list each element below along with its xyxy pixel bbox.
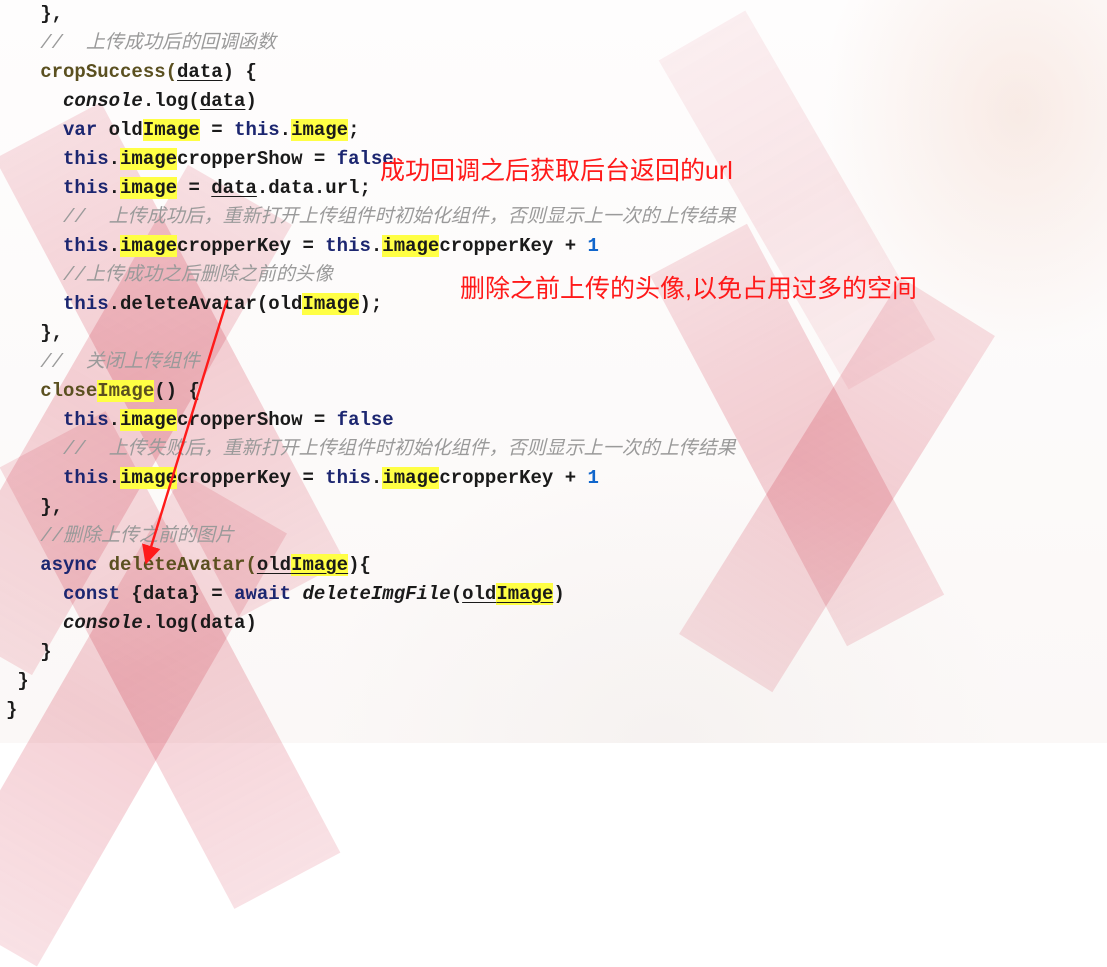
code-line: }, (6, 3, 63, 25)
code-line: console.log(data) (6, 90, 257, 112)
code-line: this.image = data.data.url; (6, 177, 371, 199)
annotation-delete-avatar: 删除之前上传的头像,以免占用过多的空间 (460, 275, 917, 304)
code-comment: // 上传成功后，重新打开上传组件时初始化组件，否则显示上一次的上传结果 (6, 206, 736, 228)
code-line: const {data} = await deleteImgFile(oldIm… (6, 583, 565, 605)
annotation-callback-url: 成功回调之后获取后台返回的url (380, 157, 733, 186)
code-line: this.imagecropperKey = this.imagecropper… (6, 235, 599, 257)
code-line: } (6, 670, 29, 692)
code-line: cropSuccess(data) { (6, 61, 257, 83)
code-comment: // 关闭上传组件 (6, 351, 200, 373)
code-comment: // 上传失败后，重新打开上传组件时初始化组件，否则显示上一次的上传结果 (6, 438, 736, 460)
code-line: async deleteAvatar(oldImage){ (6, 554, 371, 576)
code-line: } (6, 641, 52, 663)
code-comment: //删除上传之前的图片 (6, 525, 234, 547)
code-line: var oldImage = this.image; (6, 119, 360, 141)
code-line: }, (6, 322, 63, 344)
code-block: }, // 上传成功后的回调函数 cropSuccess(data) { con… (0, 0, 1107, 725)
code-line: console.log(data) (6, 612, 257, 634)
code-comment: // 上传成功后的回调函数 (6, 32, 276, 54)
code-line: this.imagecropperShow = false (6, 409, 394, 431)
code-line: this.imagecropperKey = this.imagecropper… (6, 467, 599, 489)
code-line: this.imagecropperShow = false (6, 148, 394, 170)
code-comment: //上传成功之后删除之前的头像 (6, 264, 333, 286)
code-line: closeImage() { (6, 380, 200, 402)
code-line: this.deleteAvatar(oldImage); (6, 293, 382, 315)
code-line: } (6, 699, 17, 721)
code-line: }, (6, 496, 63, 518)
